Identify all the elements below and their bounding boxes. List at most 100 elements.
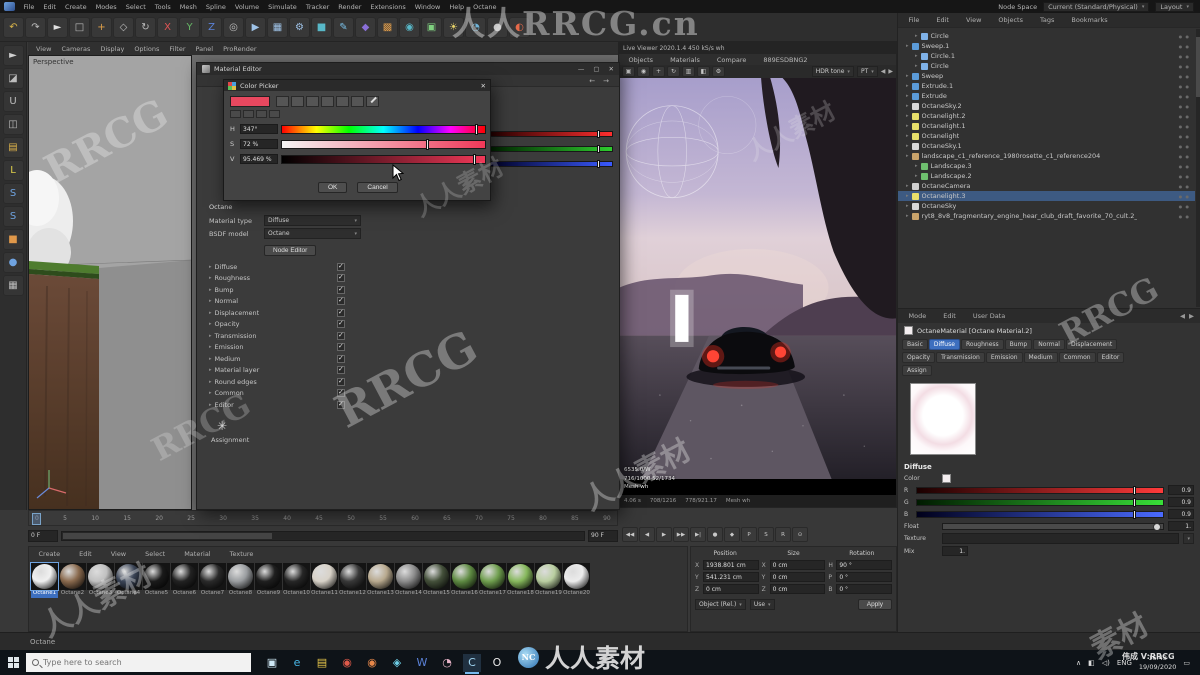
viewport-menu-item[interactable]: Display	[96, 45, 128, 53]
size-y-field[interactable]: 0 cm	[769, 572, 826, 582]
object-tree-row[interactable]: Octanelight.3	[898, 191, 1195, 201]
photos-icon[interactable]: ◈	[388, 654, 406, 672]
coord-mode-dropdown[interactable]: Object (Rel.)	[695, 599, 746, 610]
search-input[interactable]	[43, 658, 223, 667]
texture-field[interactable]	[942, 533, 1180, 544]
position-y-field[interactable]: 541.231 cm	[703, 572, 759, 582]
value-value-field[interactable]: 95.469 %	[240, 154, 278, 164]
attribute-tab[interactable]: Transmission	[936, 352, 985, 363]
viewport-menu-item[interactable]: Filter	[165, 45, 189, 53]
object-tree-row[interactable]: Sweep	[898, 71, 1195, 81]
live-viewer-menu-item[interactable]: 889ESDBNG2	[759, 56, 812, 64]
object-tree-row[interactable]: landscape_c1_reference_1980rosette_c1_re…	[898, 151, 1195, 161]
notification-icon[interactable]: ▭	[1183, 659, 1190, 667]
picker-mode-icon[interactable]	[336, 96, 349, 107]
polygons-mode-icon[interactable]: ■	[2, 229, 24, 250]
texture-mode-icon[interactable]: ▦	[2, 275, 24, 296]
move-tool-icon[interactable]: +	[91, 16, 112, 38]
close-icon[interactable]: ✕	[481, 82, 486, 90]
menubar-item[interactable]: Octane	[469, 3, 501, 11]
maximize-icon[interactable]: ▢	[593, 65, 599, 73]
attribute-tab[interactable]: Basic	[902, 339, 928, 350]
attribute-menu-item[interactable]: Mode	[904, 312, 931, 320]
material-channel-row[interactable]: Normal	[209, 296, 361, 308]
tray-expand-icon[interactable]: ∧	[1076, 659, 1081, 667]
Octane13[interactable]: Octane13	[367, 563, 394, 598]
lv-focus-icon[interactable]: ◉	[637, 66, 650, 77]
live-viewer-titlebar[interactable]: Live Viewer 2020.1.4 450 kS/s wh	[619, 43, 896, 54]
object-tree-row[interactable]: Sweep.1	[898, 41, 1195, 51]
rotation-p-field[interactable]: 0 °	[836, 572, 892, 582]
channel-checkbox[interactable]	[337, 262, 345, 271]
object-tree-row[interactable]: Landscape.3	[898, 161, 1195, 171]
kernel-dropdown[interactable]: PT	[856, 66, 878, 77]
value-slider[interactable]	[281, 153, 486, 165]
mirror-icon[interactable]: ◫	[2, 114, 24, 135]
object-tree-row[interactable]: ryt8_8v8_fragmentary_engine_hear_club_dr…	[898, 211, 1195, 221]
octane-icon[interactable]: ◐	[509, 16, 530, 38]
render-settings-icon[interactable]: ⚙	[289, 16, 310, 38]
material-channel-row[interactable]: Opacity	[209, 319, 361, 331]
language-indicator[interactable]: ENG	[1117, 659, 1132, 667]
model-mode-icon[interactable]: ●	[2, 252, 24, 273]
position-z-field[interactable]: 0 cm	[703, 584, 759, 594]
previous-frame-icon[interactable]: ◀	[639, 527, 655, 542]
object-tree-row[interactable]: Circle	[898, 31, 1195, 41]
tone-mapping-dropdown[interactable]: HDR tone	[811, 66, 854, 77]
material-channel-row[interactable]: Common	[209, 388, 361, 400]
Octane2[interactable]: Octane2	[59, 563, 86, 598]
render-view-icon[interactable]: ▶	[245, 16, 266, 38]
attribute-menu-item[interactable]: User Data	[968, 312, 1009, 320]
picker-mode-icon[interactable]	[351, 96, 364, 107]
material-channel-row[interactable]: Roughness	[209, 273, 361, 285]
next-icon[interactable]: ▶	[888, 68, 893, 75]
file-explorer-icon[interactable]: ▤	[313, 654, 331, 672]
picker-mode-icon[interactable]	[291, 96, 304, 107]
go-to-start-icon[interactable]: ◀◀	[622, 527, 638, 542]
next-icon[interactable]: ▶	[1189, 312, 1194, 320]
Octane4[interactable]: Octane4	[115, 563, 142, 598]
red-value-field[interactable]: 0.9	[1168, 485, 1194, 495]
timeline-scrollbar[interactable]	[61, 530, 585, 541]
minimize-icon[interactable]: —	[578, 65, 585, 73]
blue-slider[interactable]	[489, 160, 613, 168]
timeline-start-field[interactable]: 0 F	[28, 529, 58, 542]
hue-slider[interactable]	[281, 123, 486, 135]
viewport-menu-item[interactable]: View	[32, 45, 55, 53]
tree-scrollbar[interactable]	[1196, 29, 1200, 307]
pointer-icon[interactable]: ►	[2, 45, 24, 66]
size-x-field[interactable]: 0 cm	[769, 560, 826, 570]
menubar-item[interactable]: Create	[60, 3, 91, 11]
taskbar-clock[interactable]: 16:43 19/09/2020	[1139, 654, 1176, 670]
channel-checkbox[interactable]	[337, 365, 345, 375]
chrome-icon[interactable]: ◉	[338, 654, 356, 672]
coordinate-system-icon[interactable]: ◎	[223, 16, 244, 38]
box-select-icon[interactable]: □	[69, 16, 90, 38]
float-value-field[interactable]: 1.	[1168, 521, 1194, 531]
picker-submode-icon[interactable]	[243, 110, 254, 118]
lv-pick-icon[interactable]: +	[652, 66, 665, 77]
eyedropper-icon[interactable]	[366, 96, 379, 107]
key-rotation-icon[interactable]: R	[775, 527, 791, 542]
menubar-item[interactable]: Extensions	[366, 3, 410, 11]
Octane1[interactable]: Octane1	[30, 562, 59, 598]
saturation-value-field[interactable]: 72 %	[240, 139, 278, 149]
attribute-menu-item[interactable]: Edit	[939, 312, 961, 320]
object-tree-row[interactable]: Octanelight.2	[898, 111, 1195, 121]
menubar-item[interactable]: Spline	[201, 3, 230, 11]
object-manager-menu-item[interactable]: Bookmarks	[1067, 16, 1112, 24]
picker-submode-icon[interactable]	[256, 110, 267, 118]
picker-mode-icon[interactable]	[321, 96, 334, 107]
Octane17[interactable]: Octane17	[479, 563, 506, 598]
saturation-slider[interactable]	[281, 138, 486, 150]
attribute-tab[interactable]: Opacity	[902, 352, 936, 363]
material-type-dropdown[interactable]: Diffuse	[264, 215, 361, 226]
red-slider[interactable]	[916, 485, 1164, 495]
prev-icon[interactable]: ◀	[881, 68, 886, 75]
channel-checkbox[interactable]	[337, 331, 345, 340]
texture-browse-dropdown[interactable]	[1183, 533, 1194, 544]
menubar-item[interactable]: Modes	[91, 3, 121, 11]
close-icon[interactable]: ✕	[609, 65, 614, 73]
play-icon[interactable]: ▶	[656, 527, 672, 542]
render-view[interactable]: 6535.0/W 716/1000 52/1734 Mesh wh	[619, 78, 896, 495]
